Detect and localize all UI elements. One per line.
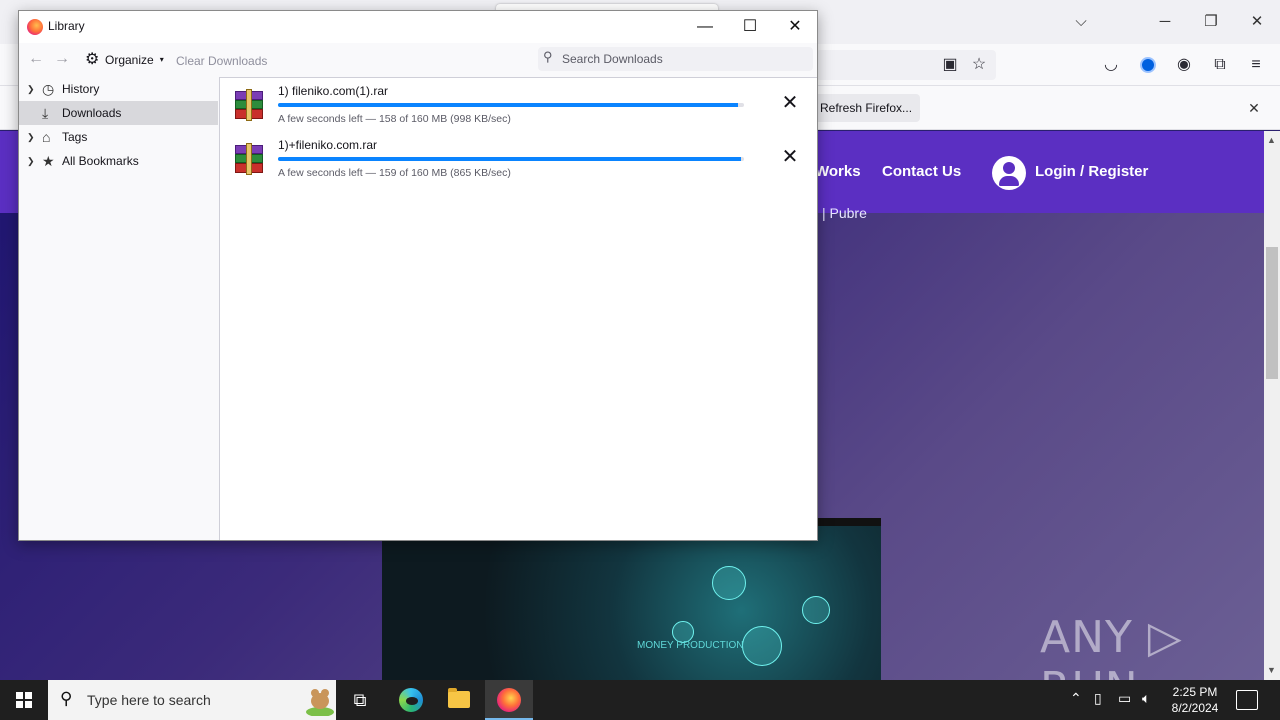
globe-graphic <box>742 626 782 666</box>
chevron-right-icon[interactable]: ❯ <box>27 149 35 173</box>
cancel-download-icon[interactable]: ✕ <box>778 91 802 115</box>
taskbar: ⚲ Type here to search ⧉ ⌃ ▯ ▭ 🔈︎ 2:25 PM… <box>0 680 1280 720</box>
search-highlight-icon <box>306 689 334 716</box>
gear-icon: ⚙ <box>85 51 100 68</box>
firefox-logo-icon <box>27 19 43 35</box>
scroll-up-icon[interactable]: ▲ <box>1267 135 1276 145</box>
sidebar-item-history[interactable]: ❯ ◷ History <box>19 77 218 101</box>
pocket-icon[interactable]: ◡ <box>1099 53 1123 77</box>
windows-logo-icon <box>16 692 23 699</box>
maximize-button[interactable]: ☐ <box>728 15 772 39</box>
reader-view-icon[interactable]: ▣ <box>938 53 962 77</box>
sidebar-item-label: Tags <box>62 130 88 144</box>
volume-icon[interactable]: 🔈︎ <box>1142 690 1150 707</box>
sidebar-item-label: Downloads <box>62 106 122 120</box>
search-box[interactable]: ⚲ <box>538 47 813 71</box>
download-progress-bar <box>278 103 744 107</box>
search-icon: ⚲ <box>543 49 553 64</box>
search-icon: ⚲ <box>60 689 73 708</box>
page-text-fragment: | Pubre <box>822 205 867 221</box>
browser-close-button[interactable]: ✕ <box>1242 10 1272 34</box>
firefox-icon <box>497 688 521 712</box>
star-icon: ★ <box>42 153 55 169</box>
download-progress-fill <box>278 103 739 107</box>
site-nav-link-works[interactable]: Works <box>815 163 861 180</box>
user-avatar-icon[interactable] <box>992 156 1026 190</box>
download-filename: 1)+fileniko.com.rar <box>278 138 378 152</box>
cancel-download-icon[interactable]: ✕ <box>778 145 802 169</box>
taskbar-edge[interactable] <box>387 680 435 720</box>
rar-archive-icon <box>233 143 265 175</box>
search-input[interactable] <box>562 47 807 71</box>
downloads-list: 1) fileniko.com(1).rar A few seconds lef… <box>219 77 817 540</box>
minimize-button[interactable]: — <box>683 15 727 39</box>
clock[interactable]: 2:25 PM 8/2/2024 <box>1164 684 1226 716</box>
library-title-bar[interactable]: Library — ☐ ✕ <box>19 11 817 43</box>
site-nav-link-login[interactable]: Login / Register <box>1035 163 1148 180</box>
library-sidebar: ❯ ◷ History ⤓ Downloads ❯ ⌂ Tags ❯ ★ All… <box>19 77 218 540</box>
library-toolbar: ← → ⚙ Organize ▾ Clear Downloads ⚲ <box>19 43 817 77</box>
scrollbar-thumb[interactable] <box>1266 247 1278 379</box>
taskbar-firefox[interactable] <box>485 680 533 720</box>
organize-label: Organize <box>105 53 154 67</box>
refresh-firefox-button[interactable]: Refresh Firefox... <box>812 94 921 122</box>
network-icon[interactable]: ▭ <box>1118 690 1131 707</box>
browser-restore-button[interactable]: ❐ <box>1196 10 1226 34</box>
download-status: A few seconds left — 159 of 160 MB (865 … <box>278 167 511 179</box>
menu-icon[interactable]: ≡ <box>1244 53 1268 77</box>
back-arrow-icon[interactable]: ← <box>26 49 46 69</box>
taskbar-search-placeholder: Type here to search <box>87 692 211 708</box>
notification-center-icon[interactable] <box>1236 690 1258 710</box>
sidebar-item-all-bookmarks[interactable]: ❯ ★ All Bookmarks <box>19 149 218 173</box>
sidebar-item-label: History <box>62 82 100 96</box>
clear-downloads-button[interactable]: Clear Downloads <box>176 54 267 68</box>
sidebar-item-downloads[interactable]: ⤓ Downloads <box>19 101 218 125</box>
globe-graphic <box>802 596 830 624</box>
download-item[interactable]: 1) fileniko.com(1).rar A few seconds lef… <box>220 78 817 132</box>
tag-icon: ⌂ <box>42 129 51 145</box>
chevron-right-icon[interactable]: ❯ <box>27 125 35 149</box>
download-status: A few seconds left — 158 of 160 MB (998 … <box>278 113 511 125</box>
tab-list-icon[interactable]: ⌵ <box>1066 10 1096 34</box>
sidebar-item-tags[interactable]: ❯ ⌂ Tags <box>19 125 218 149</box>
library-window: Library — ☐ ✕ ← → ⚙ Organize ▾ Clear Dow… <box>18 10 818 541</box>
task-view-icon[interactable]: ⧉ <box>336 680 384 720</box>
tray-device-icon[interactable]: ▯ <box>1094 690 1102 707</box>
organize-button[interactable]: ⚙ Organize ▾ <box>83 49 164 71</box>
taskbar-file-explorer[interactable] <box>435 680 483 720</box>
page-scrollbar[interactable]: ▲ ▼ <box>1264 131 1280 680</box>
clock-icon: ◷ <box>42 81 55 97</box>
download-item[interactable]: 1)+fileniko.com.rar A few seconds left —… <box>220 132 817 186</box>
download-icon: ⤓ <box>42 105 49 121</box>
clock-time: 2:25 PM <box>1172 685 1218 699</box>
globe-graphic <box>712 566 746 600</box>
browser-minimize-button[interactable]: ─ <box>1150 10 1180 34</box>
site-nav-link-contact[interactable]: Contact Us <box>882 163 961 180</box>
hero-video[interactable]: MONEY PRODUCTION <box>382 518 881 680</box>
folder-icon <box>448 688 470 708</box>
bookmark-star-icon[interactable]: ☆ <box>967 53 991 77</box>
taskbar-search-box[interactable]: ⚲ Type here to search <box>48 680 336 720</box>
extensions-icon[interactable]: ⧉ <box>1208 53 1232 77</box>
tray-overflow-icon[interactable]: ⌃ <box>1070 690 1082 707</box>
hero-caption: MONEY PRODUCTION <box>637 640 744 651</box>
download-progress-bar <box>278 157 744 161</box>
window-title: Library <box>48 19 85 33</box>
download-filename: 1) fileniko.com(1).rar <box>278 84 389 98</box>
chevron-right-icon[interactable]: ❯ <box>27 77 35 101</box>
chevron-down-icon: ▾ <box>159 55 164 64</box>
edge-icon <box>399 688 423 712</box>
close-button[interactable]: ✕ <box>773 15 817 39</box>
sidebar-item-label: All Bookmarks <box>62 154 139 168</box>
start-button[interactable] <box>0 680 48 720</box>
clock-date: 8/2/2024 <box>1171 701 1219 715</box>
account-icon[interactable]: ◉ <box>1172 53 1196 77</box>
download-progress-fill <box>278 157 742 161</box>
extension-circle-icon[interactable] <box>1136 53 1160 77</box>
rar-archive-icon <box>233 89 265 121</box>
close-icon[interactable]: ✕ <box>1244 98 1264 118</box>
forward-arrow-icon[interactable]: → <box>52 49 72 69</box>
